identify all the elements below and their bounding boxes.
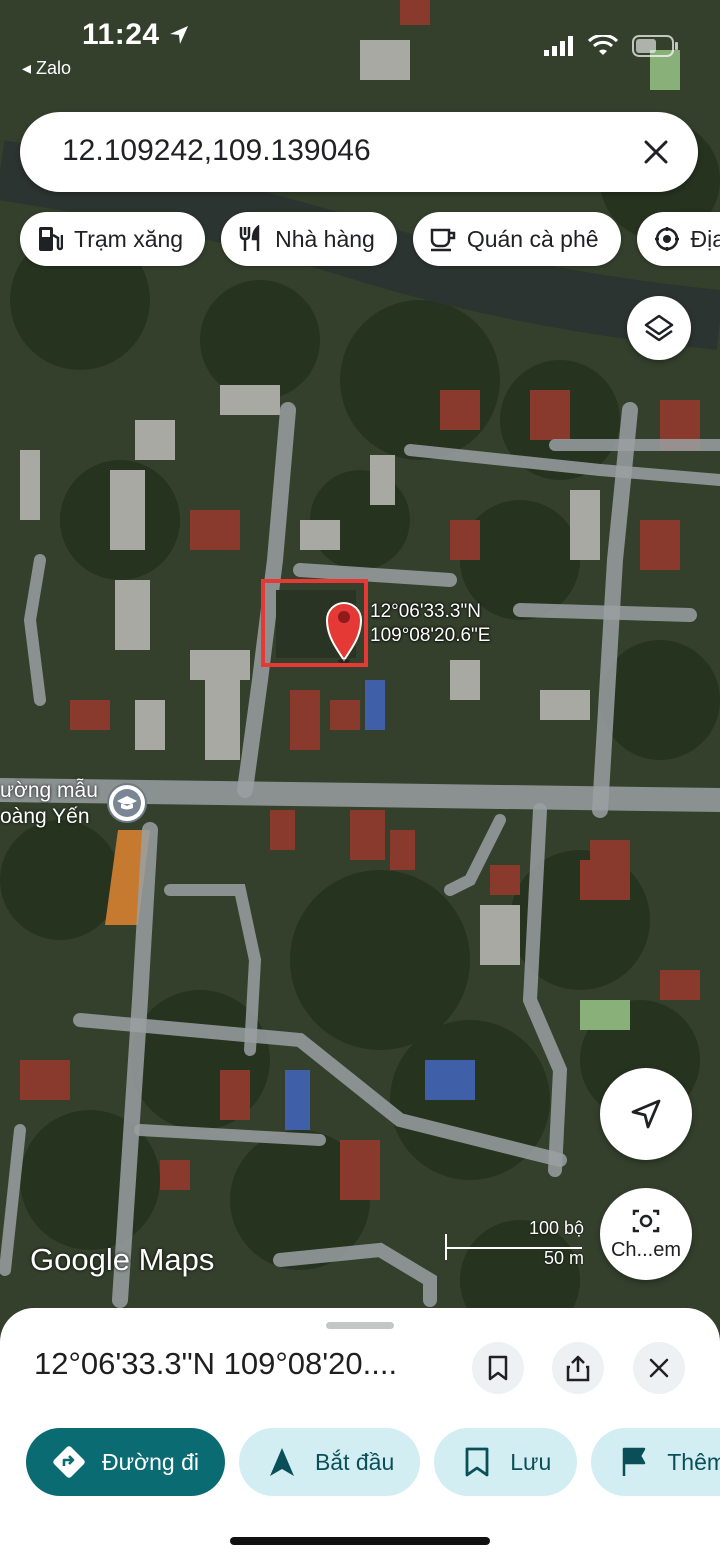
status-time: 11:24 [82,18,190,52]
share-button[interactable] [552,1342,604,1394]
place-title: 12°06'33.3"N 109°08'20.... [34,1346,398,1381]
action-buttons: Đường đi Bắt đầu Lưu Thêm [26,1428,720,1496]
gas-station-icon [39,227,63,251]
category-chips: Trạm xăng Nhà hàng Quán cà phê Địa [20,212,720,266]
my-location-button[interactable] [600,1068,692,1160]
attraction-icon [654,227,679,251]
bottom-sheet[interactable]: 12°06'33.3"N 109°08'20.... Đường đi Bắt … [0,1308,720,1559]
close-icon [644,140,668,164]
clear-search-button[interactable] [636,132,676,172]
layers-button[interactable] [627,296,691,360]
chip-coffee[interactable]: Quán cà phê [412,212,621,266]
coffee-icon [430,228,456,252]
navigation-arrow-icon [269,1448,294,1476]
chip-gas-station[interactable]: Trạm xăng [20,212,206,266]
more-label: Thêm [667,1448,720,1475]
camera-icon [632,1209,660,1232]
start-button[interactable]: Bắt đầu [238,1428,421,1496]
chip-attraction[interactable]: Địa [636,212,720,266]
navigation-arrow-icon [631,1099,661,1129]
directions-button[interactable]: Đường đi [26,1428,225,1496]
restaurant-icon [239,225,260,251]
school-label-line1: ường mẫu [0,779,98,802]
chip-label: Quán cà phê [466,225,599,252]
wifi-icon [588,35,618,55]
google-maps-logo: Google Maps [30,1242,215,1277]
status-icons [544,34,680,58]
location-arrow-icon [170,26,189,44]
more-button[interactable]: Thêm [591,1428,720,1496]
close-icon [649,1358,669,1378]
bookmark-icon [488,1355,508,1381]
chip-label: Trạm xăng [74,225,184,252]
save-place-button[interactable] [472,1342,524,1394]
battery-icon [632,35,678,57]
search-input[interactable]: 12.109242,109.139046 [62,134,371,168]
lens-button-label: Ch...em [610,1238,682,1261]
chip-label: Địa [690,225,720,252]
close-sheet-button[interactable] [633,1342,685,1394]
back-to-app-link[interactable]: ◂ Zalo [22,58,71,79]
flag-icon [623,1447,646,1476]
layers-icon [644,314,674,342]
cellular-signal-icon [544,36,573,56]
start-label: Bắt đầu [314,1448,395,1475]
scale-meters: 50 m [543,1248,584,1268]
pin-latitude: 12°06'33.3"N [370,601,481,622]
home-indicator[interactable] [230,1537,490,1545]
share-icon [566,1355,590,1382]
directions-icon [53,1446,85,1478]
status-bar: 11:24 ◂ Zalo [0,0,720,90]
drag-handle[interactable] [326,1322,394,1329]
directions-label: Đường đi [102,1448,199,1475]
pin-longitude: 109°08'20.6"E [370,625,491,646]
lens-button[interactable]: Ch...em [600,1188,692,1280]
school-label[interactable]: ường mẫu oàng Yến [0,778,98,830]
map-scale: 100 bộ 50 m [444,1218,584,1270]
save-button[interactable]: Lưu [434,1428,578,1496]
save-label: Lưu [510,1448,552,1475]
school-label-line2: oàng Yến [0,805,90,828]
school-icon[interactable] [107,783,147,823]
chip-restaurant[interactable]: Nhà hàng [221,212,397,266]
chip-label: Nhà hàng [275,225,375,252]
pin-coordinates-label: 12°06'33.3"N 109°08'20.6"E [370,600,490,648]
bookmark-icon [465,1447,489,1477]
search-bar[interactable]: 12.109242,109.139046 [20,112,698,192]
